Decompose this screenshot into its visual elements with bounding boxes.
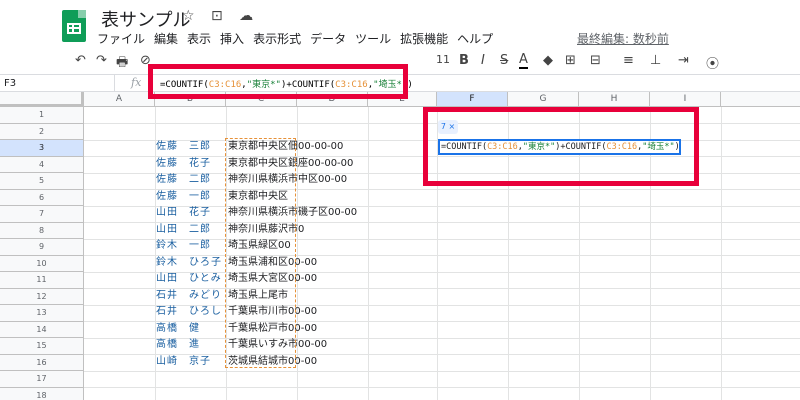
row-header-12[interactable]: 12 xyxy=(0,288,84,305)
undo-icon[interactable]: ↶ xyxy=(75,53,86,68)
cell-name[interactable]: 石井 ひろし xyxy=(156,304,226,320)
menu-data[interactable]: データ xyxy=(310,30,346,48)
column-header-i[interactable]: I xyxy=(650,92,721,107)
row-header-6[interactable]: 6 xyxy=(0,189,84,206)
menu-insert[interactable]: 挿入 xyxy=(220,30,244,48)
cell-name[interactable]: 佐藤 二郎 xyxy=(156,172,226,188)
menu-file[interactable]: ファイル xyxy=(97,30,145,48)
column-header-a[interactable]: A xyxy=(84,92,155,107)
cell-name[interactable]: 鈴木 一郎 xyxy=(156,238,226,254)
bold-button[interactable]: B xyxy=(459,53,469,68)
row-header-16[interactable]: 16 xyxy=(0,354,84,371)
row-header-2[interactable]: 2 xyxy=(0,123,84,140)
row-header-18[interactable]: 18 xyxy=(0,387,84,400)
title-icons[interactable]: ☆ ⊡ ☁ xyxy=(182,8,259,24)
text-rotation-icon[interactable]: ⦿ xyxy=(706,53,719,72)
name-box[interactable]: F3 xyxy=(0,75,115,92)
vertical-align-icon[interactable]: ⊥ xyxy=(650,53,661,68)
column-header-f[interactable]: F xyxy=(437,92,508,107)
column-header-g[interactable]: G xyxy=(508,92,579,107)
row-header-3[interactable]: 3 xyxy=(0,140,84,157)
gridline xyxy=(84,370,800,372)
row-header-9[interactable]: 9 xyxy=(0,239,84,256)
cell-name[interactable]: 山田 花子 xyxy=(156,205,226,221)
sheets-logo-icon[interactable] xyxy=(62,10,86,42)
menu-view[interactable]: 表示 xyxy=(187,30,211,48)
column-header-blank[interactable] xyxy=(721,92,800,107)
row-header-13[interactable]: 13 xyxy=(0,305,84,322)
cell-name[interactable]: 鈴木 ひろ子 xyxy=(156,255,226,271)
italic-button[interactable]: I xyxy=(481,53,485,68)
cell-name[interactable]: 山田 二郎 xyxy=(156,222,226,238)
row-header-4[interactable]: 4 xyxy=(0,156,84,173)
cell-name[interactable]: 佐藤 花子 xyxy=(156,156,226,172)
menu-extensions[interactable]: 拡張機能 xyxy=(400,30,448,48)
formula-part: ) xyxy=(407,80,413,90)
text-color-button[interactable]: A xyxy=(519,53,528,69)
text-wrap-icon[interactable]: ⇥ xyxy=(678,53,689,68)
cell-name[interactable]: 高橋 健 xyxy=(156,321,226,337)
referenced-range-highlight xyxy=(225,138,296,368)
row-header-1[interactable]: 1 xyxy=(0,107,84,124)
horizontal-align-icon[interactable]: ≡ xyxy=(623,53,634,68)
row-header-10[interactable]: 10 xyxy=(0,255,84,272)
row-header-15[interactable]: 15 xyxy=(0,338,84,355)
redo-icon[interactable]: ↷ xyxy=(96,53,107,68)
borders-icon[interactable]: ⊞ xyxy=(565,53,576,68)
column-header-h[interactable]: H xyxy=(579,92,650,107)
row-header-8[interactable]: 8 xyxy=(0,222,84,239)
cell-name[interactable]: 佐藤 三郎 xyxy=(156,139,226,155)
fill-color-icon[interactable]: ◆ xyxy=(543,53,553,68)
gridline xyxy=(84,387,800,388)
menu-bar: ファイル 編集 表示 挿入 表示形式 データ ツール 拡張機能 ヘルプ xyxy=(97,30,502,48)
gridline xyxy=(368,107,369,400)
highlight-frame-cell-editor xyxy=(423,107,699,186)
menu-format[interactable]: 表示形式 xyxy=(253,30,301,48)
menu-tools[interactable]: ツール xyxy=(355,30,391,48)
row-header-11[interactable]: 11 xyxy=(0,272,84,289)
gridline xyxy=(721,107,722,400)
select-all-corner[interactable] xyxy=(0,92,84,107)
cell-name[interactable]: 山田 ひとみ xyxy=(156,271,226,287)
cell-name[interactable]: 石井 みどり xyxy=(156,288,226,304)
merge-cells-icon[interactable]: ⊟ xyxy=(590,53,601,68)
document-title[interactable]: 表サンプル xyxy=(101,6,190,32)
cell-name[interactable]: 佐藤 一郎 xyxy=(156,189,226,205)
row-header-7[interactable]: 7 xyxy=(0,206,84,223)
font-size-field[interactable]: 11 xyxy=(436,53,450,66)
row-header-17[interactable]: 17 xyxy=(0,371,84,388)
strikethrough-button[interactable]: S xyxy=(500,53,508,68)
cell-name[interactable]: 山崎 京子 xyxy=(156,354,226,370)
fx-icon: fx xyxy=(131,76,142,89)
row-header-5[interactable]: 5 xyxy=(0,173,84,190)
cell-name[interactable]: 高橋 進 xyxy=(156,337,226,353)
print-icon[interactable]: 🖶 xyxy=(116,53,128,75)
highlight-frame-formula-bar xyxy=(148,64,408,99)
menu-edit[interactable]: 編集 xyxy=(154,30,178,48)
row-header-14[interactable]: 14 xyxy=(0,321,84,338)
last-edit-status[interactable]: 最終編集: 数秒前 xyxy=(577,30,669,47)
menu-help[interactable]: ヘルプ xyxy=(457,30,493,48)
